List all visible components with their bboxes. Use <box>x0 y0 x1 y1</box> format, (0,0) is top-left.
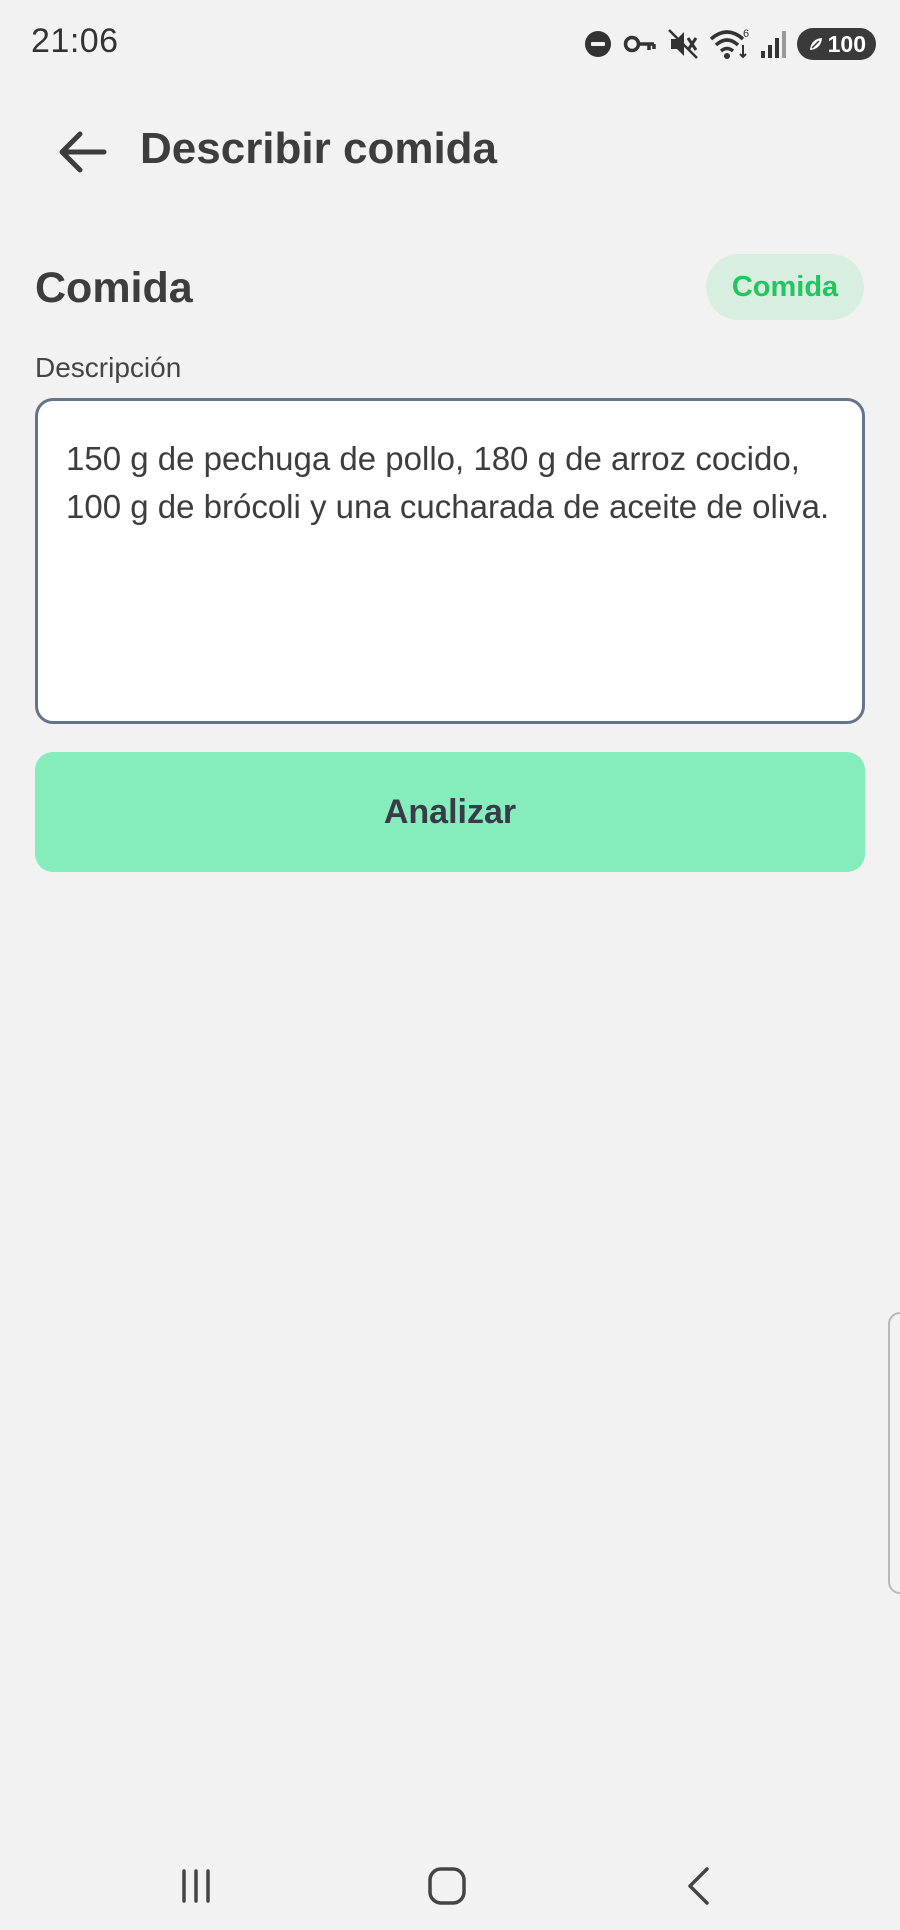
arrow-left-icon <box>59 131 107 173</box>
back-button[interactable] <box>46 116 118 188</box>
svg-text:6: 6 <box>743 28 749 40</box>
section-title: Comida <box>35 264 193 312</box>
navigation-bar <box>0 1840 900 1930</box>
signal-icon <box>759 29 787 59</box>
battery-indicator: 100 <box>796 28 876 60</box>
home-icon <box>428 1867 466 1905</box>
charging-icon <box>809 38 822 50</box>
status-bar: 21:06 6 100 <box>0 0 900 86</box>
battery-level: 100 <box>827 30 866 57</box>
description-input[interactable]: 150 g de pechuga de pollo, 180 g de arro… <box>35 398 865 724</box>
vpn-key-icon <box>623 32 657 56</box>
home-button[interactable] <box>407 1858 487 1914</box>
back-nav-button[interactable] <box>658 1858 738 1914</box>
do-not-disturb-icon <box>583 29 613 59</box>
recents-icon <box>182 1869 210 1903</box>
back-nav-icon <box>688 1867 709 1905</box>
status-time: 21:06 <box>31 22 119 60</box>
edge-panel-handle[interactable] <box>888 1312 900 1594</box>
description-label: Descripción <box>35 352 182 383</box>
meal-type-chip[interactable]: Comida <box>706 254 864 320</box>
page-title: Describir comida <box>140 124 498 173</box>
app-header: Describir comida <box>0 110 900 190</box>
analyze-button[interactable]: Analizar <box>35 752 865 872</box>
recents-button[interactable] <box>156 1858 236 1914</box>
status-icons: 6 100 <box>583 24 876 64</box>
mute-icon <box>667 28 699 60</box>
wifi-icon: 6 <box>709 27 749 61</box>
